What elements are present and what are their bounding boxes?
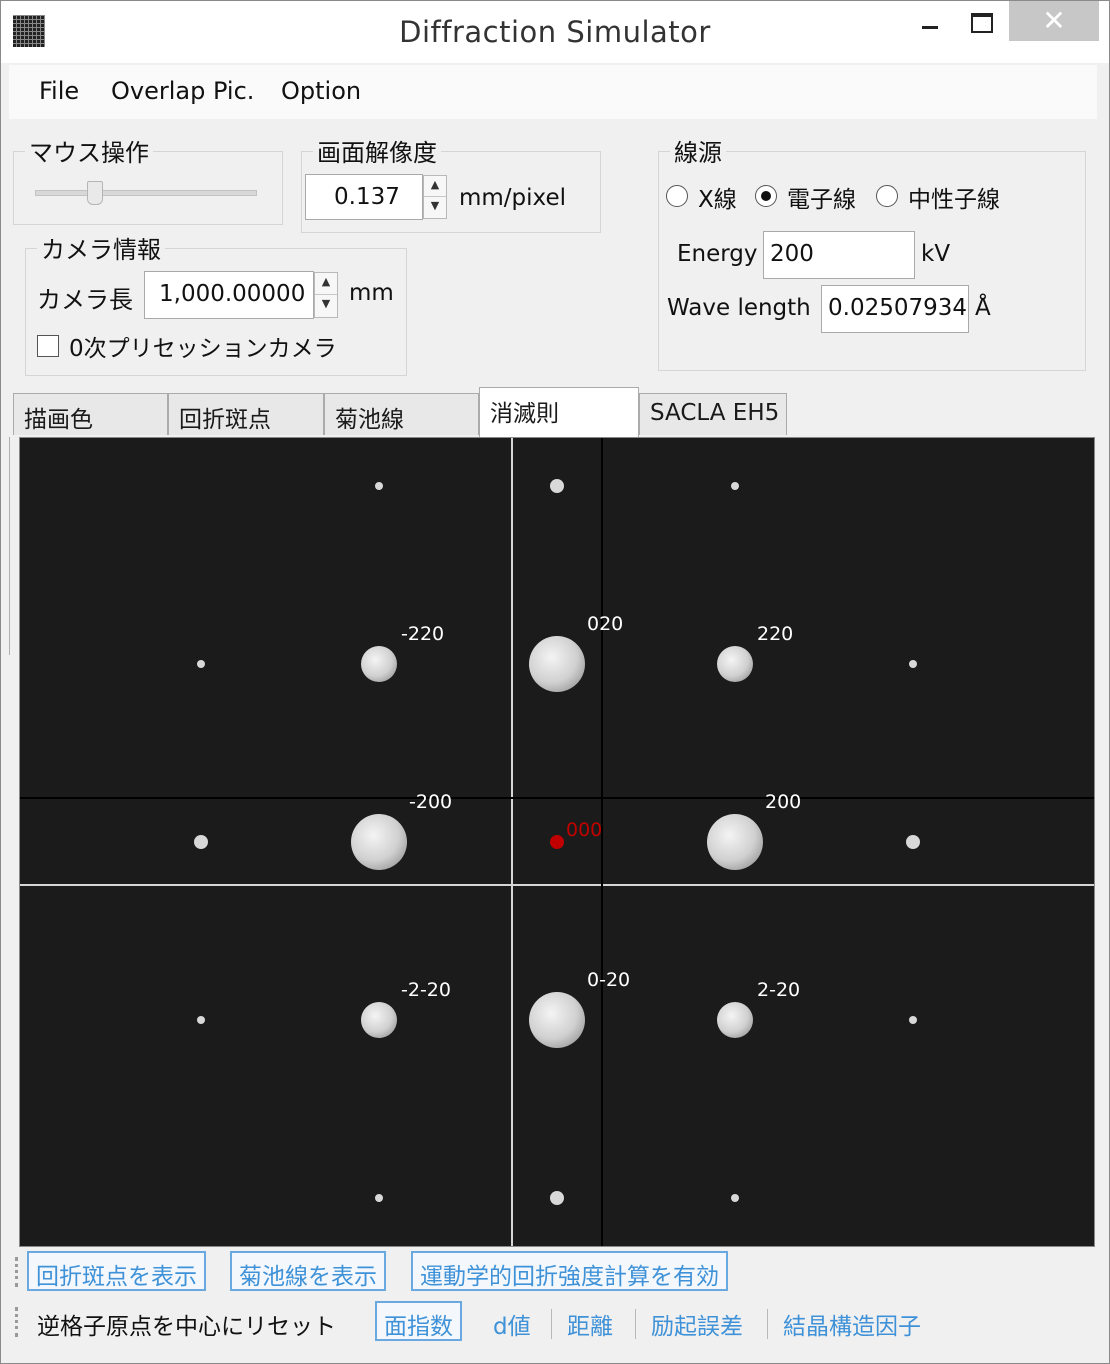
wavelength-input[interactable]: 0.02507934 — [821, 285, 969, 333]
diffraction-spot[interactable] — [550, 1191, 564, 1205]
wavelength-unit: Å — [975, 295, 991, 321]
diffraction-spot[interactable] — [717, 1002, 753, 1038]
energy-input[interactable]: 200 — [763, 231, 915, 279]
camera-length-spinner[interactable]: ▲ ▼ — [314, 272, 338, 318]
kinematic-calc-button[interactable]: 運動学的回折強度計算を有効 — [411, 1251, 728, 1291]
diffraction-spot[interactable] — [351, 814, 407, 870]
spot-label: 0-20 — [587, 969, 630, 991]
show-spots-button[interactable]: 回折斑点を表示 — [27, 1251, 206, 1291]
menu-bar: File Overlap Pic. Option — [9, 65, 1097, 119]
spots-layer: 000 200 -200 020 0-20 220 -220 2-20 -2-20 — [194, 479, 920, 1205]
camera-length-unit: mm — [349, 280, 394, 306]
radio-neutron-label: 中性子線 — [908, 187, 1000, 213]
precession-label: 0次プリセッションカメラ — [69, 336, 337, 362]
panel-edge — [9, 437, 16, 655]
spin-up-icon[interactable]: ▲ — [315, 273, 337, 295]
label-d-value-button[interactable]: d値 — [493, 1307, 531, 1341]
diffraction-spot[interactable] — [717, 646, 753, 682]
minimize-button[interactable] — [904, 1, 956, 41]
menu-overlap-pic[interactable]: Overlap Pic. — [111, 77, 254, 105]
mouse-operation-label: マウス操作 — [25, 133, 153, 168]
diffraction-spot[interactable] — [194, 835, 208, 849]
mouse-slider-track[interactable] — [35, 190, 257, 196]
diffraction-spot[interactable] — [361, 646, 397, 682]
close-button[interactable]: ✕ — [1009, 1, 1099, 41]
spot-label: -220 — [401, 623, 444, 645]
spot-label: -2-20 — [401, 979, 451, 1001]
diffraction-spot[interactable] — [361, 1002, 397, 1038]
label-distance-button[interactable]: 距離 — [567, 1307, 613, 1341]
spot-label: 020 — [587, 613, 623, 635]
camera-info-label: カメラ情報 — [37, 230, 165, 265]
label-excitation-error-button[interactable]: 励起誤差 — [651, 1307, 743, 1341]
energy-label: Energy — [677, 241, 758, 267]
diffraction-spot[interactable] — [909, 660, 917, 668]
radio-neutron[interactable] — [876, 185, 898, 207]
maximize-button[interactable] — [956, 1, 1008, 41]
spin-down-icon[interactable]: ▼ — [424, 197, 446, 218]
label-structure-factor-button[interactable]: 結晶構造因子 — [783, 1307, 921, 1341]
diffraction-spot[interactable] — [375, 1194, 383, 1202]
tab-sacla-eh5[interactable]: SACLA EH5 — [639, 393, 787, 435]
tab-kikuchi-lines[interactable]: 菊池線 — [324, 393, 479, 435]
menu-option[interactable]: Option — [281, 77, 361, 105]
title-bar: Diffraction Simulator ✕ — [1, 1, 1109, 63]
menu-file[interactable]: File — [39, 77, 79, 105]
diffraction-spot[interactable] — [529, 992, 585, 1048]
energy-unit: kV — [921, 241, 951, 267]
diffraction-spot[interactable] — [707, 814, 763, 870]
radio-xray[interactable] — [666, 185, 688, 207]
tab-extinction-rule[interactable]: 消滅則 — [479, 387, 639, 437]
diffraction-spot[interactable] — [550, 835, 564, 849]
radio-electron-label: 電子線 — [787, 187, 856, 213]
diffraction-spot[interactable] — [550, 479, 564, 493]
resolution-spinner[interactable]: ▲ ▼ — [423, 175, 447, 219]
show-kikuchi-button[interactable]: 菊池線を表示 — [230, 1251, 386, 1291]
minimize-icon — [922, 26, 938, 29]
toolbar-grip[interactable] — [15, 1307, 22, 1337]
diffraction-spot[interactable] — [197, 660, 205, 668]
resolution-unit: mm/pixel — [459, 185, 566, 211]
mouse-slider-thumb[interactable] — [87, 181, 103, 205]
reset-origin-button[interactable]: 逆格子原点を中心にリセット — [37, 1307, 336, 1341]
diffraction-spot[interactable] — [197, 1016, 205, 1024]
spot-label: -200 — [409, 791, 452, 813]
spin-down-icon[interactable]: ▼ — [315, 295, 337, 317]
diffraction-spot[interactable] — [906, 835, 920, 849]
spin-up-icon[interactable]: ▲ — [424, 176, 446, 197]
toolbar-grip[interactable] — [15, 1257, 22, 1287]
toolbar-separator — [635, 1309, 636, 1339]
diffraction-spot[interactable] — [731, 482, 739, 490]
spot-label: 000 — [566, 819, 602, 841]
diffraction-spot[interactable] — [731, 1194, 739, 1202]
maximize-icon — [971, 13, 993, 33]
toolbar-separator — [767, 1309, 768, 1339]
resolution-input[interactable]: 0.137 — [305, 174, 423, 220]
camera-length-label: カメラ長 — [37, 286, 133, 314]
toolbar-separator — [551, 1309, 552, 1339]
diffraction-spot[interactable] — [909, 1016, 917, 1024]
close-icon: ✕ — [1042, 4, 1066, 37]
source-label: 線源 — [670, 133, 726, 168]
radio-xray-label: X線 — [698, 187, 737, 213]
diffraction-spot[interactable] — [529, 636, 585, 692]
spot-label: 220 — [757, 623, 793, 645]
precession-checkbox[interactable] — [37, 335, 59, 357]
spot-label: 2-20 — [757, 979, 800, 1001]
wavelength-label: Wave length — [667, 295, 811, 321]
diffraction-pattern-svg[interactable]: 000 200 -200 020 0-20 220 -220 2-20 -2-20 — [20, 438, 1094, 1246]
app-window: Diffraction Simulator ✕ File Overlap Pic… — [0, 0, 1110, 1364]
radio-electron[interactable] — [755, 185, 777, 207]
diffraction-canvas[interactable]: 000 200 -200 020 0-20 220 -220 2-20 -2-20 — [19, 437, 1095, 1247]
label-index-button[interactable]: 面指数 — [375, 1301, 462, 1341]
tab-diffraction-spots[interactable]: 回折斑点 — [168, 393, 324, 435]
resolution-label: 画面解像度 — [313, 133, 441, 168]
diffraction-spot[interactable] — [375, 482, 383, 490]
tab-drawing-color[interactable]: 描画色 — [13, 393, 168, 435]
camera-length-input[interactable]: 1,000.00000 — [144, 271, 314, 319]
spot-label: 200 — [765, 791, 801, 813]
